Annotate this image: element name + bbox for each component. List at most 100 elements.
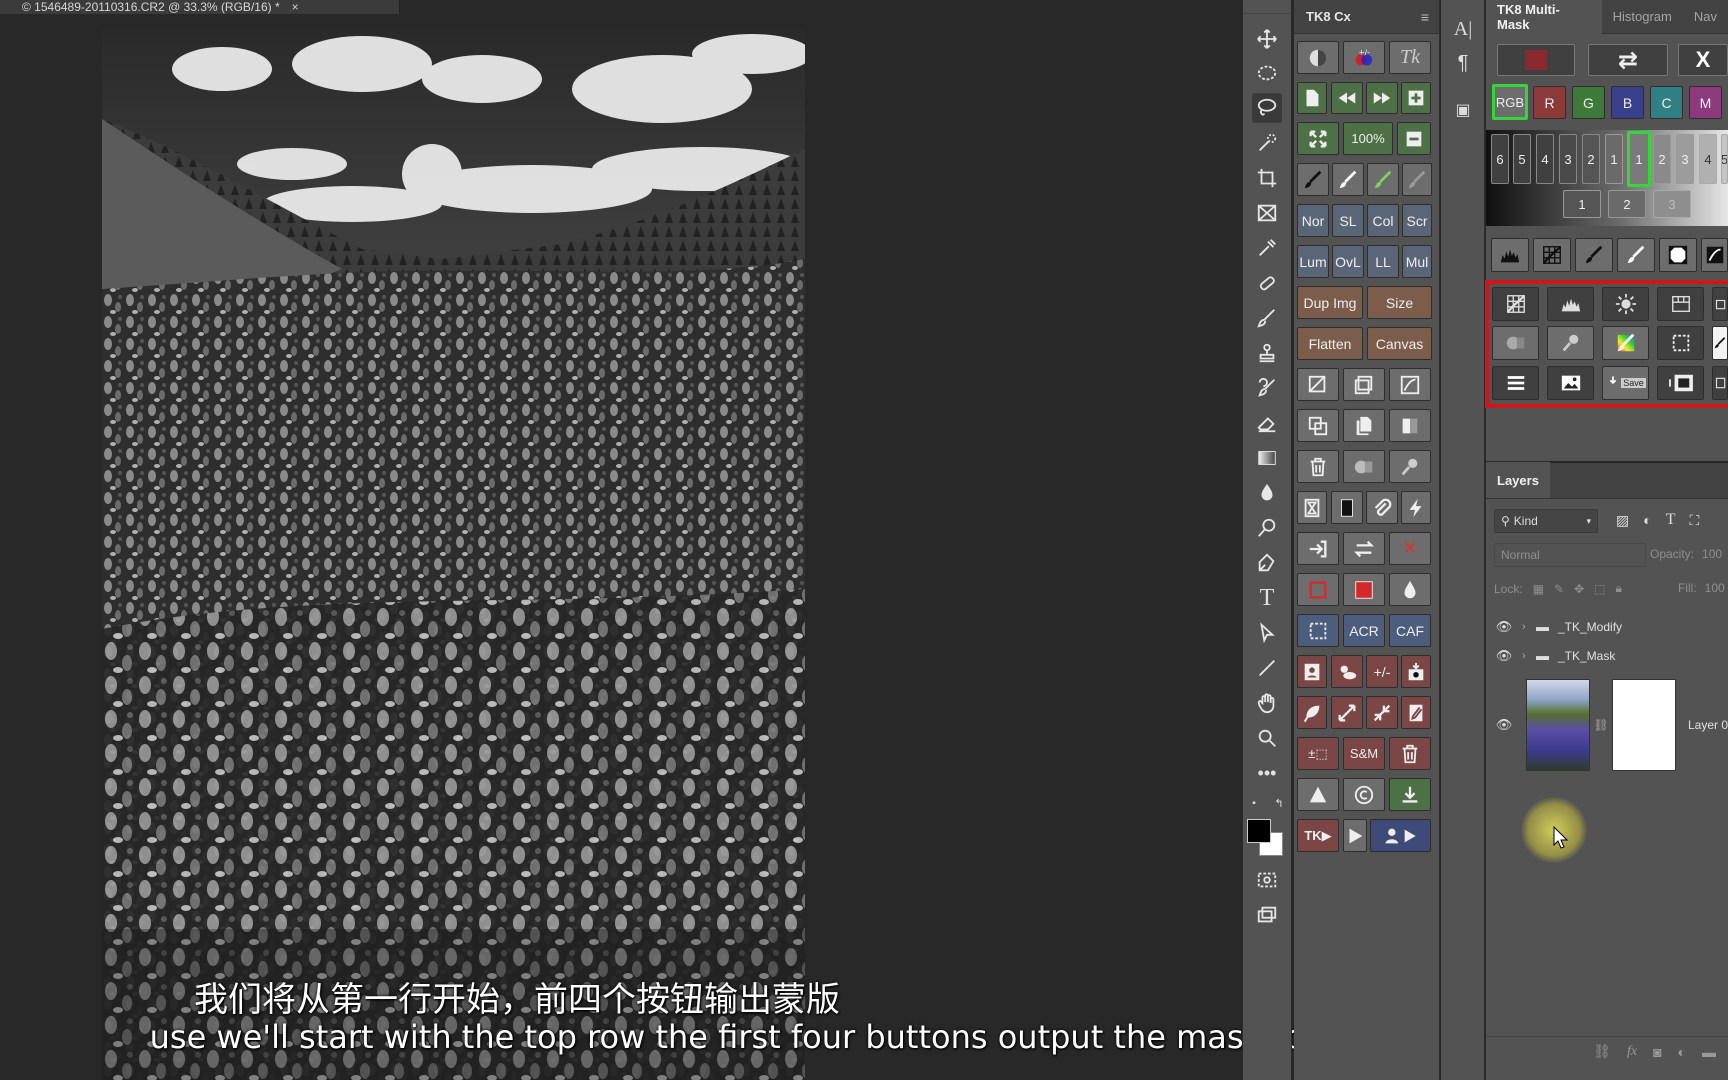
fast-forward-button[interactable]: [1366, 82, 1398, 114]
channel-blue-button[interactable]: B: [1611, 86, 1644, 119]
tab-navigator[interactable]: Nav: [1683, 0, 1728, 34]
mask-extra-button[interactable]: [1712, 366, 1728, 400]
adjust-plus-minus-button[interactable]: +/-: [1366, 655, 1398, 688]
gray-brush-button[interactable]: [1402, 163, 1432, 196]
close-icon[interactable]: ×: [292, 0, 299, 14]
load-selection-button[interactable]: [1657, 326, 1704, 360]
mask-shape-button[interactable]: [1659, 238, 1697, 272]
channel-green-button[interactable]: G: [1572, 86, 1605, 119]
adjustment-filter-icon[interactable]: ◐: [1643, 512, 1651, 528]
close-mask-button[interactable]: X: [1678, 44, 1728, 76]
tk-logo-button[interactable]: Tk: [1389, 41, 1431, 74]
shape-filter-icon[interactable]: ⛶: [1689, 512, 1699, 529]
duplicate-image-button[interactable]: Dup Img: [1297, 286, 1363, 319]
new-group-icon[interactable]: ▬: [1702, 1044, 1716, 1060]
zone-dark-4-button[interactable]: 4: [1536, 134, 1554, 184]
chevron-right-icon[interactable]: ›: [1522, 621, 1536, 633]
edit-mask-button[interactable]: [1401, 696, 1431, 729]
image-size-button[interactable]: Size: [1367, 286, 1432, 319]
zone-dark-3-button[interactable]: 3: [1559, 134, 1577, 184]
cancel-button[interactable]: ✕: [1389, 532, 1431, 565]
mask-edit-button[interactable]: [1701, 238, 1728, 272]
swap-colors-icon[interactable]: ↰: [1272, 796, 1286, 810]
sm-button[interactable]: S&M: [1343, 737, 1385, 770]
glyphs-panel-icon[interactable]: ▣: [1451, 100, 1475, 124]
brush-tool-icon[interactable]: [1252, 303, 1282, 333]
flatten-button[interactable]: Flatten: [1297, 327, 1363, 360]
mask-toggle-button[interactable]: [1492, 326, 1539, 360]
select-all-button[interactable]: [1297, 614, 1339, 647]
blend-soft-light-button[interactable]: SL: [1332, 204, 1364, 237]
type-tool-icon[interactable]: T: [1252, 583, 1282, 613]
layer-kind-filter[interactable]: ⚲ Kind ▾: [1494, 509, 1598, 533]
screen-mode-icon[interactable]: [1252, 900, 1282, 930]
canvas-button[interactable]: Canvas: [1367, 327, 1432, 360]
output-levels-button[interactable]: [1547, 287, 1594, 321]
paint-white-button[interactable]: [1617, 238, 1655, 272]
eye-icon[interactable]: 👁︎: [1486, 717, 1522, 733]
blend-luminosity-button[interactable]: Lum: [1297, 245, 1329, 278]
opacity-control[interactable]: Opacity: 100: [1650, 547, 1728, 561]
blend-screen-button[interactable]: Scr: [1402, 204, 1432, 237]
action-button[interactable]: [1401, 491, 1431, 524]
pen-tool-icon[interactable]: [1252, 548, 1282, 578]
zone-mid-1-button[interactable]: 1: [1563, 190, 1601, 218]
zoom-tool-icon[interactable]: [1252, 723, 1282, 753]
add-mask-icon[interactable]: ◙: [1653, 1044, 1661, 1060]
zone-mid-2-button[interactable]: 2: [1608, 190, 1646, 218]
output-huesat-button[interactable]: [1657, 287, 1704, 321]
copyright-button[interactable]: [1343, 778, 1385, 811]
color-paint-button[interactable]: [1602, 326, 1649, 360]
zone-light-2-button[interactable]: 2: [1653, 134, 1671, 184]
link-layers-icon[interactable]: ⛓︎: [1593, 1043, 1611, 1060]
clone-stamp-tool-icon[interactable]: [1252, 338, 1282, 368]
swap-mask-button[interactable]: ⇄: [1588, 44, 1668, 76]
user-actions-button[interactable]: [1370, 819, 1431, 852]
zone-light-4-button[interactable]: 4: [1699, 134, 1717, 184]
paint-mask-button[interactable]: [1712, 326, 1728, 360]
blend-mode-select[interactable]: Normal: [1494, 543, 1646, 567]
zone-mid-3-button[interactable]: 3: [1653, 190, 1691, 218]
dodge-tool-icon[interactable]: [1252, 513, 1282, 543]
lock-position-icon[interactable]: ✥: [1574, 582, 1584, 596]
eye-icon[interactable]: 👁︎: [1486, 619, 1522, 635]
triangle-button[interactable]: [1297, 778, 1339, 811]
link-icon[interactable]: ⛓︎: [1590, 718, 1612, 732]
merge-layers-button[interactable]: [1297, 409, 1339, 442]
lasso-tool-icon[interactable]: [1252, 93, 1282, 123]
zone-light-1-button[interactable]: 1: [1627, 131, 1651, 187]
blend-normal-button[interactable]: Nor: [1297, 204, 1329, 237]
layer-style-icon[interactable]: fx: [1627, 1044, 1637, 1060]
tab-layers[interactable]: Layers: [1486, 462, 1550, 498]
mask-layer-button[interactable]: [1389, 368, 1431, 401]
channel-rgb-button[interactable]: RGB: [1492, 84, 1528, 120]
color-brush-button[interactable]: [1367, 163, 1399, 196]
zoom-100-button[interactable]: 100%: [1343, 122, 1393, 155]
default-colors-icon[interactable]: ▪: [1247, 796, 1261, 810]
color-wheel-button[interactable]: [1297, 41, 1339, 74]
output-image-button[interactable]: [1547, 366, 1594, 400]
fit-screen-button[interactable]: [1297, 122, 1339, 155]
portrait-button[interactable]: [1297, 655, 1327, 688]
move-tool-icon[interactable]: [1252, 24, 1282, 54]
history-brush-tool-icon[interactable]: [1252, 373, 1282, 403]
image-filter-icon[interactable]: ▨: [1616, 512, 1629, 529]
blend-linear-light-button[interactable]: LL: [1367, 245, 1399, 278]
tab-multi-mask[interactable]: TK8 Multi-Mask: [1486, 0, 1602, 34]
foreground-color-swatch[interactable]: [1247, 819, 1271, 843]
phone-button[interactable]: [1331, 491, 1363, 524]
weather-button[interactable]: [1331, 655, 1363, 688]
lock-artboard-icon[interactable]: ⬚: [1594, 582, 1605, 596]
caf-button[interactable]: CAF: [1389, 614, 1431, 647]
zone-dark-2-button[interactable]: 2: [1582, 134, 1600, 184]
lock-transparent-icon[interactable]: ▦: [1533, 582, 1544, 596]
blend-multiply-button[interactable]: Mul: [1402, 245, 1432, 278]
output-more-button[interactable]: [1712, 287, 1728, 321]
line-tool-icon[interactable]: [1252, 653, 1282, 683]
feather-button[interactable]: [1297, 696, 1327, 729]
attach-button[interactable]: [1366, 491, 1398, 524]
document-canvas[interactable]: © 1546489-20110316.CR2 @ 33.3% (RGB/16) …: [0, 0, 1242, 1080]
dodge-burn-mask-button[interactable]: [1547, 326, 1594, 360]
document-tab[interactable]: © 1546489-20110316.CR2 @ 33.3% (RGB/16) …: [0, 0, 400, 14]
acr-button[interactable]: ACR: [1343, 614, 1385, 647]
